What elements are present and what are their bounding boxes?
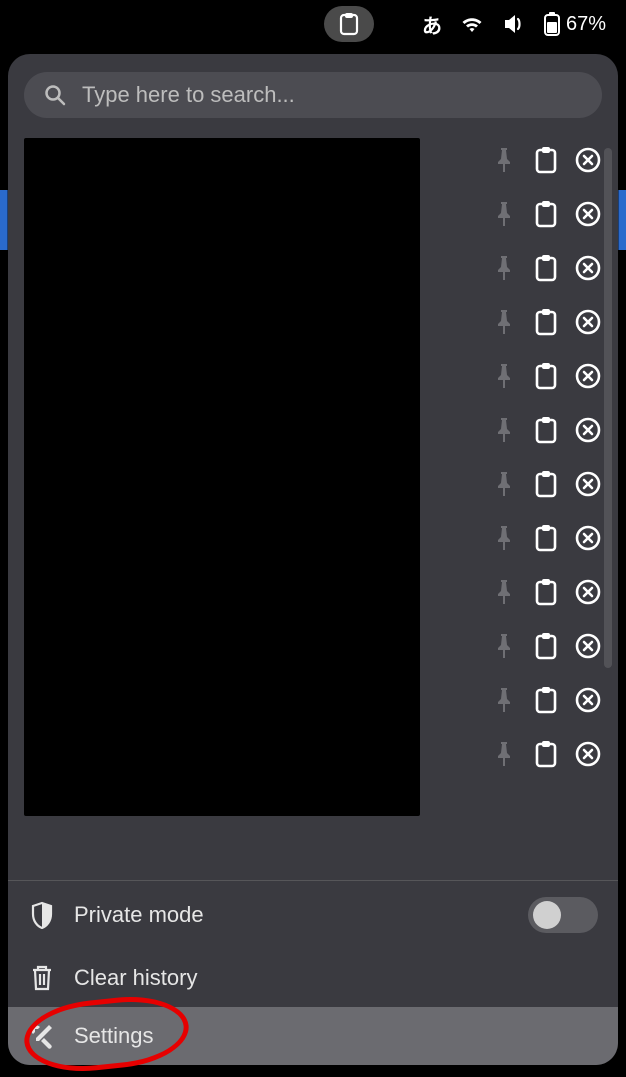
delete-icon[interactable] (574, 686, 602, 714)
copy-icon[interactable] (532, 254, 560, 282)
delete-icon[interactable] (574, 470, 602, 498)
pin-icon[interactable] (490, 470, 518, 498)
delete-icon[interactable] (574, 578, 602, 606)
pin-icon[interactable] (490, 578, 518, 606)
delete-icon[interactable] (574, 740, 602, 768)
clipboard-item-actions (430, 198, 602, 230)
pin-icon[interactable] (490, 308, 518, 336)
search-field[interactable]: Type here to search... (24, 72, 602, 118)
copy-icon[interactable] (532, 200, 560, 228)
pin-icon[interactable] (490, 254, 518, 282)
delete-icon[interactable] (574, 146, 602, 174)
pin-icon[interactable] (490, 416, 518, 444)
delete-icon[interactable] (574, 254, 602, 282)
clipboard-item-actions (430, 144, 602, 176)
clipboard-item-actions (430, 414, 602, 446)
clipboard-action-column (430, 138, 602, 864)
panel-options: Private mode Clear history (8, 881, 618, 1065)
clear-history-label: Clear history (74, 965, 598, 991)
toggle-knob (533, 901, 561, 929)
shield-icon (28, 901, 56, 929)
clipboard-item-actions (430, 360, 602, 392)
delete-icon[interactable] (574, 524, 602, 552)
clipboard-history-panel: Type here to search... Private mode (8, 54, 618, 1065)
clipboard-item-actions (430, 306, 602, 338)
pin-icon[interactable] (490, 200, 518, 228)
clipboard-item-actions (430, 252, 602, 284)
clipboard-item-actions (430, 468, 602, 500)
search-icon (44, 84, 66, 106)
volume-icon (502, 13, 526, 35)
copy-icon[interactable] (532, 146, 560, 174)
pin-icon[interactable] (490, 362, 518, 390)
private-mode-toggle[interactable] (528, 897, 598, 933)
clipboard-item-actions (430, 576, 602, 608)
pin-icon[interactable] (490, 686, 518, 714)
wifi-icon (460, 14, 484, 34)
pin-icon[interactable] (490, 524, 518, 552)
copy-icon[interactable] (532, 524, 560, 552)
clear-history-row[interactable]: Clear history (8, 949, 618, 1007)
clipboard-item-actions (430, 738, 602, 770)
delete-icon[interactable] (574, 416, 602, 444)
copy-icon[interactable] (532, 470, 560, 498)
copy-icon[interactable] (532, 686, 560, 714)
clipboard-item-actions (430, 630, 602, 662)
battery-percent: 67% (566, 13, 606, 36)
clipboard-icon (338, 12, 360, 36)
delete-icon[interactable] (574, 362, 602, 390)
private-mode-row[interactable]: Private mode (8, 881, 618, 949)
status-bar: あ 67% (0, 0, 626, 48)
scrollbar[interactable] (604, 148, 612, 668)
clipboard-item-actions (430, 522, 602, 554)
search-placeholder: Type here to search... (82, 82, 582, 108)
battery-indicator: 67% (544, 12, 606, 36)
clipboard-preview[interactable] (24, 138, 420, 816)
pin-icon[interactable] (490, 146, 518, 174)
copy-icon[interactable] (532, 740, 560, 768)
clipboard-list-area (24, 138, 602, 864)
copy-icon[interactable] (532, 578, 560, 606)
private-mode-label: Private mode (74, 902, 510, 928)
status-clipboard-indicator[interactable] (324, 6, 374, 42)
settings-label: Settings (74, 1023, 598, 1049)
pin-icon[interactable] (490, 740, 518, 768)
copy-icon[interactable] (532, 632, 560, 660)
copy-icon[interactable] (532, 416, 560, 444)
trash-icon (28, 965, 56, 991)
delete-icon[interactable] (574, 308, 602, 336)
settings-row[interactable]: Settings (8, 1007, 618, 1065)
clipboard-item-actions (430, 684, 602, 716)
copy-icon[interactable] (532, 308, 560, 336)
delete-icon[interactable] (574, 200, 602, 228)
ime-indicator: あ (422, 10, 442, 39)
tools-icon (28, 1023, 56, 1049)
pin-icon[interactable] (490, 632, 518, 660)
copy-icon[interactable] (532, 362, 560, 390)
delete-icon[interactable] (574, 632, 602, 660)
